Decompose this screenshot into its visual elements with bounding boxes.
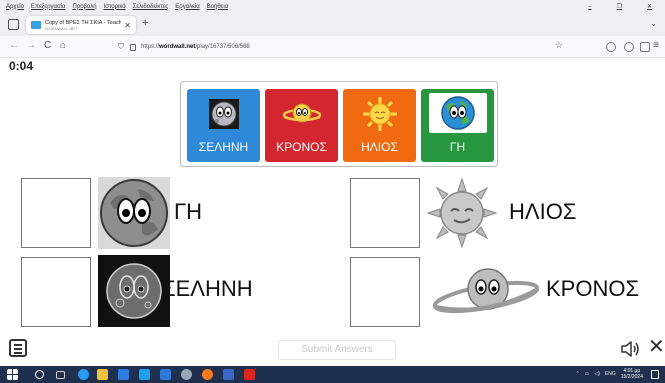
browser-tab-bar: Copy of ΒΡΕΣ ΤΗ ΣΚΙΑ - Teach WORDWALL.NE… xyxy=(0,13,665,36)
network-icon[interactable]: ▭ xyxy=(585,371,590,377)
reload-button[interactable]: C xyxy=(44,40,51,51)
moon-icon xyxy=(204,95,244,133)
menu-item-tools[interactable]: Εργαλεία xyxy=(175,4,199,10)
sun-icon xyxy=(360,95,400,133)
card-label: ΗΛΙΟΣ xyxy=(361,140,398,154)
url-text[interactable]: https://wordwall.net/play/16737/506/566 xyxy=(141,44,250,50)
drop-zone-ilios[interactable] xyxy=(350,178,420,248)
taskbar-clock[interactable]: 4:01 μμ 15/2/2024 xyxy=(621,368,643,380)
forward-button[interactable]: → xyxy=(26,40,36,51)
card-gi[interactable]: ΓΗ xyxy=(421,89,494,162)
browser-menu-bar: Αρχείο Επεξεργασία Προβολή Ιστορικό Σελι… xyxy=(0,0,665,13)
lock-icon[interactable] xyxy=(130,43,136,51)
earth-shadow-icon xyxy=(98,177,170,249)
game-timer: 0:04 xyxy=(9,59,34,73)
menu-item-edit[interactable]: Επεξεργασία xyxy=(31,4,66,10)
game-close-icon[interactable]: ✕ xyxy=(648,337,665,357)
system-tray: ⌃ ▭ ◁) ENG 4:01 μμ 15/2/2024 xyxy=(575,368,643,380)
edge-icon[interactable] xyxy=(78,369,89,380)
drop-zone-selini[interactable] xyxy=(21,257,91,327)
language-indicator[interactable]: ENG xyxy=(605,371,616,377)
card-kronos[interactable]: ΚΡΟΝΟΣ xyxy=(265,89,338,162)
menu-item-help[interactable]: Βοήθεια xyxy=(207,4,229,10)
window-controls: – ❐ ✕ xyxy=(588,0,659,13)
card-label: ΚΡΟΝΟΣ xyxy=(276,140,327,154)
item-label-kronos: ΚΡΟΝΟΣ xyxy=(546,276,640,301)
mail-icon[interactable] xyxy=(139,369,150,380)
card-selini[interactable]: ΣΕΛΗΝΗ xyxy=(187,89,260,162)
game-menu-icon[interactable] xyxy=(9,339,27,357)
task-view-icon[interactable] xyxy=(56,371,65,379)
saturn-icon xyxy=(282,95,322,133)
tray-chevron-icon[interactable]: ⌃ xyxy=(575,371,579,377)
drop-zone-gi[interactable] xyxy=(21,178,91,248)
window-close-button[interactable]: ✕ xyxy=(647,3,652,10)
search-icon[interactable] xyxy=(35,370,44,379)
menu-item-view[interactable]: Προβολή xyxy=(73,4,97,10)
file-explorer-icon[interactable] xyxy=(97,369,108,380)
submit-answers-button[interactable]: Submit Answers xyxy=(278,340,396,360)
pocket-icon[interactable] xyxy=(606,42,616,52)
browser-menu-icon[interactable]: ≡ xyxy=(653,40,659,51)
item-label-selini: ΣΕΛΗΝΗ xyxy=(162,276,253,301)
volume-icon[interactable]: ◁) xyxy=(594,371,600,377)
url-bar[interactable]: ⛉ https://wordwall.net/play/16737/506/56… xyxy=(118,39,568,55)
app-icon[interactable] xyxy=(160,369,171,380)
tab-overflow-icon[interactable]: ⌄ xyxy=(650,19,657,28)
tab-close-icon[interactable]: ✕ xyxy=(124,21,131,30)
wordwall-favicon-icon xyxy=(31,21,41,29)
menu-item-file[interactable]: Αρχείο xyxy=(6,4,24,10)
browser-tab-active[interactable]: Copy of ΒΡΕΣ ΤΗ ΣΚΙΑ - Teach WORDWALL.NE… xyxy=(26,16,136,34)
answer-card-tray: ΣΕΛΗΝΗ ΚΡΟΝΟΣ ΗΛΙΟΣ ΓΗ xyxy=(180,81,498,167)
chrome-icon[interactable] xyxy=(181,369,192,380)
minimize-button[interactable]: – xyxy=(588,4,591,10)
new-tab-button[interactable]: + xyxy=(142,17,148,29)
windows-taskbar: ⌃ ▭ ◁) ENG 4:01 μμ 15/2/2024 xyxy=(0,366,665,383)
speaker-icon[interactable] xyxy=(620,340,640,358)
menu-item-bookmarks[interactable]: Σελιδοδείκτες xyxy=(133,4,169,10)
item-label-gi: ΓΗ xyxy=(174,199,203,224)
back-button[interactable]: ← xyxy=(9,40,19,51)
store-icon[interactable] xyxy=(118,369,129,380)
menu-item-history[interactable]: Ιστορικό xyxy=(104,4,126,10)
card-ilios[interactable]: ΗΛΙΟΣ xyxy=(343,89,416,162)
firefox-icon[interactable] xyxy=(202,369,213,380)
card-label: ΣΕΛΗΝΗ xyxy=(198,140,249,154)
bookmark-star-icon[interactable]: ☆ xyxy=(555,40,563,51)
shield-icon[interactable]: ⛉ xyxy=(118,42,124,52)
saturn-shadow-icon xyxy=(430,255,542,327)
notification-icon[interactable] xyxy=(651,370,659,379)
moon-shadow-icon xyxy=(98,255,170,327)
restore-button[interactable]: ❐ xyxy=(617,3,622,10)
item-label-ilios: ΗΛΙΟΣ xyxy=(509,199,577,224)
earth-icon xyxy=(428,93,487,133)
drop-zone-kronos[interactable] xyxy=(350,257,420,327)
extensions-icon[interactable] xyxy=(640,42,650,52)
browser-nav-bar: ← → C ⌂ ⛉ https://wordwall.net/play/1673… xyxy=(0,36,665,58)
acrobat-icon[interactable] xyxy=(244,369,255,380)
account-icon[interactable] xyxy=(624,42,634,52)
sun-shadow-icon xyxy=(426,177,498,249)
tab-subtitle: WORDWALL.NET xyxy=(45,25,78,31)
tab-list-icon[interactable] xyxy=(8,19,19,30)
word-icon[interactable] xyxy=(223,369,234,380)
home-button[interactable]: ⌂ xyxy=(60,40,66,51)
card-label: ΓΗ xyxy=(449,140,466,154)
windows-start-icon[interactable] xyxy=(7,369,18,380)
